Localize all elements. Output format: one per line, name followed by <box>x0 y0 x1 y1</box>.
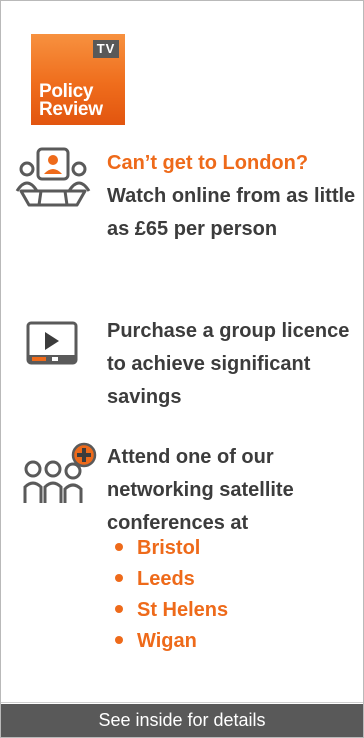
bullet-dot <box>115 542 123 551</box>
promo-panel: TV Policy Review Can’t get to London? Wa… <box>0 0 364 738</box>
bullet-dot <box>115 604 123 613</box>
location-list: Bristol Leeds St Helens Wigan <box>115 533 228 657</box>
feature-satellite-text: Attend one of our networking satellite c… <box>107 446 294 534</box>
footer-divider <box>1 702 363 703</box>
location-item: St Helens <box>115 595 228 626</box>
group-add-icon <box>15 441 99 518</box>
location-item: Leeds <box>115 564 228 595</box>
feature-highlight: Can’t get to London? <box>107 152 309 174</box>
logo-tv-badge: TV <box>93 40 119 58</box>
video-player-icon <box>15 315 79 378</box>
feature-group-licence-text: Purchase a group licence to achieve sign… <box>107 320 350 408</box>
location-item: Wigan <box>115 626 228 657</box>
video-conference-icon <box>15 147 91 214</box>
logo-text-review: Review <box>39 99 103 120</box>
location-item: Bristol <box>115 533 228 564</box>
feature-watch-online-text: Can’t get to London? Watch online from a… <box>107 147 361 246</box>
bullet-dot <box>115 573 123 582</box>
feature-body: Watch online from as little as £65 per p… <box>107 185 356 240</box>
policy-review-tv-logo: TV Policy Review <box>31 34 125 125</box>
bullet-dot <box>115 635 123 644</box>
see-inside-footer[interactable]: See inside for details <box>1 704 363 737</box>
